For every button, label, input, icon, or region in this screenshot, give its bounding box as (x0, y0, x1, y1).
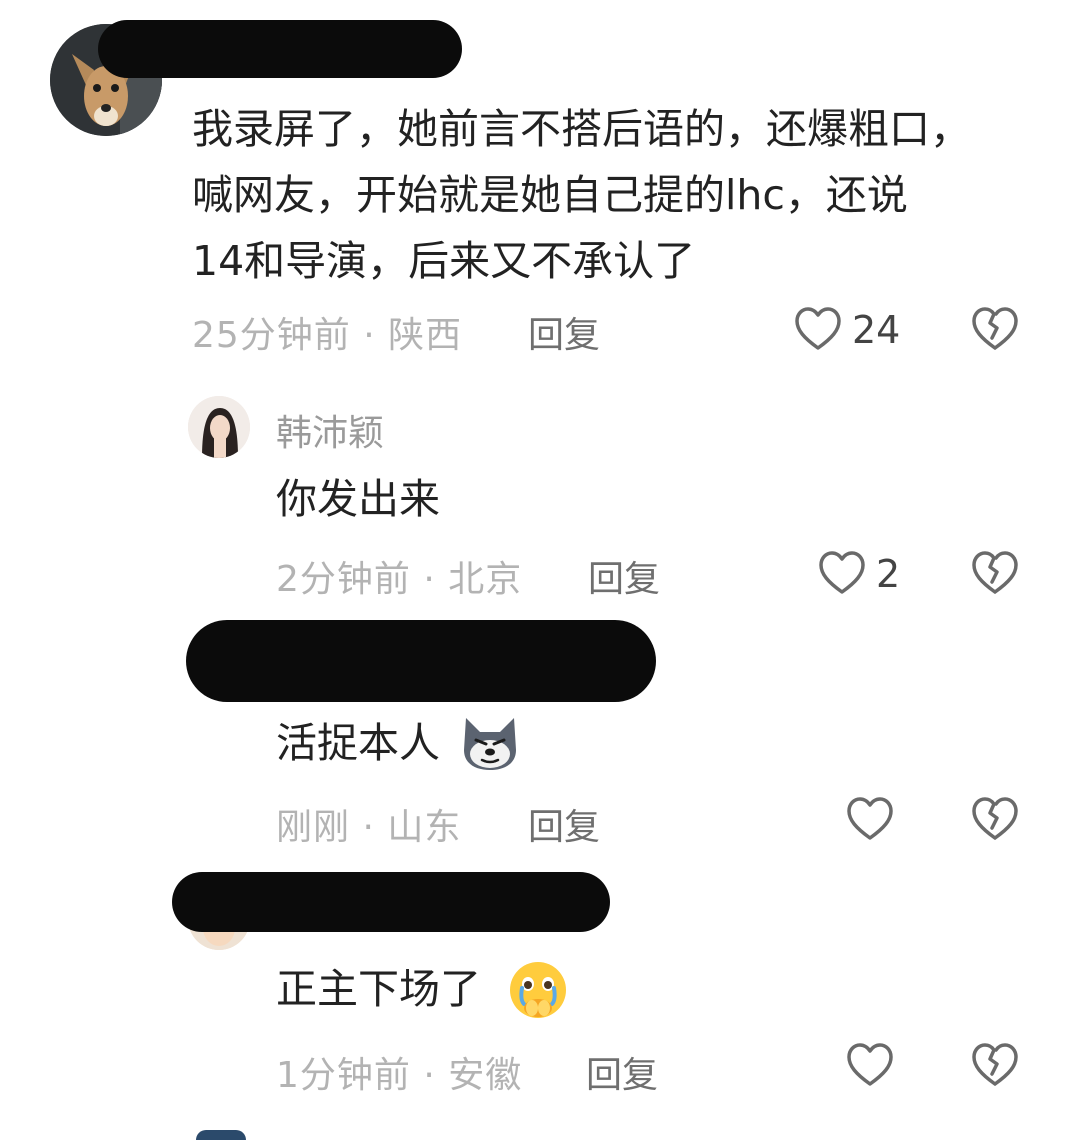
comment-meta: 刚刚 · 山东 (276, 807, 462, 848)
comment-text: 你发出来 (276, 475, 440, 523)
like-heart-icon[interactable] (794, 306, 842, 352)
reply-button[interactable]: 回复 (528, 306, 600, 358)
next-avatar-edge (196, 1130, 246, 1140)
dislike-broken-heart-icon[interactable] (970, 1042, 1020, 1088)
comment-line: 喊网友，开始就是她自己提的lhc，还说 (192, 171, 908, 219)
like-count: 24 (852, 308, 901, 352)
like-heart-icon[interactable] (846, 796, 894, 842)
like-heart-icon[interactable] (846, 1042, 894, 1088)
like-heart-icon[interactable] (818, 550, 866, 596)
reply-button[interactable]: 回复 (528, 798, 600, 850)
dislike-broken-heart-icon[interactable] (970, 550, 1020, 596)
comment-line: 我录屏了，她前言不搭后语的，还爆粗口， (192, 105, 971, 153)
comment-meta: 25分钟前 · 陕西 (192, 315, 463, 356)
redacted-username (98, 20, 462, 78)
comment-text-body: 正主下场了 (276, 965, 481, 1013)
crying-face-icon (506, 958, 570, 1022)
comment-line: 14和导演，后来又不承认了 (192, 237, 696, 285)
redacted-username (172, 872, 610, 932)
comment-text: 正主下场了 (276, 956, 481, 1022)
comment-text-body: 活捉本人 (276, 719, 440, 767)
doge-icon (458, 710, 522, 772)
reply-button[interactable]: 回复 (588, 550, 660, 602)
comment-meta: 2分钟前 · 北京 (276, 559, 523, 600)
comment-meta: 1分钟前 · 安徽 (276, 1055, 523, 1096)
dislike-broken-heart-icon[interactable] (970, 306, 1020, 352)
comment-text: 活捉本人 (276, 710, 440, 776)
redacted-username (186, 620, 656, 702)
comment-text: 我录屏了，她前言不搭后语的，还爆粗口， 喊网友，开始就是她自己提的lhc，还说 … (192, 96, 1052, 294)
like-count: 2 (876, 552, 901, 596)
reply-button[interactable]: 回复 (586, 1046, 658, 1098)
avatar-user[interactable] (188, 396, 250, 458)
username[interactable]: 韩沛颖 (276, 404, 384, 456)
dislike-broken-heart-icon[interactable] (970, 796, 1020, 842)
